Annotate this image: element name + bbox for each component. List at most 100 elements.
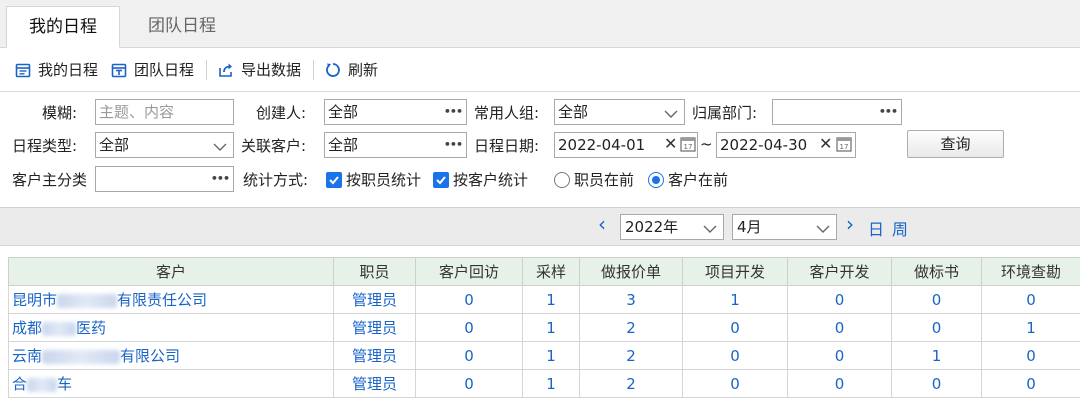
date-separator: ~ [700, 135, 713, 153]
export-button[interactable]: 导出数据 [217, 59, 301, 80]
col-header-sampling[interactable]: 采样 [522, 257, 580, 286]
refresh-button[interactable]: 刷新 [324, 59, 378, 80]
category-field[interactable]: ••• [95, 166, 234, 192]
year-select[interactable]: 2022年 [620, 214, 724, 240]
prev-month-button[interactable]: ‹ [598, 212, 606, 236]
chevron-down-icon [213, 137, 227, 157]
group-label: 常用人组: [474, 104, 540, 122]
col-header-revisit[interactable]: 客户回访 [415, 257, 523, 286]
value-cell[interactable]: 0 [981, 285, 1080, 314]
client-cell[interactable]: 昆明市 有限责任公司 [8, 285, 334, 314]
checkmark-icon [433, 171, 449, 188]
value-cell[interactable]: 1 [522, 313, 580, 342]
value-cell[interactable]: 2 [579, 369, 683, 398]
by-staff-label: 按职员统计 [346, 171, 422, 189]
staff-cell[interactable]: 管理员 [333, 285, 416, 314]
col-header-quote[interactable]: 做报价单 [579, 257, 683, 286]
refresh-label: 刷新 [348, 61, 379, 79]
staff-first-label: 职员在前 [574, 171, 635, 189]
value-cell[interactable]: 1 [891, 341, 982, 370]
table-row: 成都 医药 管理员 0 1 2 0 0 0 1 [8, 313, 1080, 342]
value-cell[interactable]: 0 [891, 313, 982, 342]
my-schedule-button[interactable]: 我的日程 [14, 59, 98, 80]
by-client-checkbox[interactable]: 按客户统计 [433, 169, 528, 190]
value-cell[interactable]: 0 [682, 341, 788, 370]
value-cell[interactable]: 1 [682, 285, 788, 314]
client-first-label: 客户在前 [668, 171, 729, 189]
month-select[interactable]: 4月 [732, 214, 837, 240]
value-cell[interactable]: 0 [981, 341, 1080, 370]
value-cell[interactable]: 0 [682, 369, 788, 398]
value-cell[interactable]: 3 [579, 285, 683, 314]
fuzzy-search-input[interactable]: 主题、内容 [95, 99, 234, 125]
group-select[interactable]: 全部 [554, 99, 685, 125]
value-cell[interactable]: 0 [787, 285, 892, 314]
staff-cell[interactable]: 管理员 [333, 341, 416, 370]
more-icon[interactable]: ••• [211, 167, 230, 191]
calendar-picker-icon[interactable]: 17 [680, 136, 696, 156]
value-cell[interactable]: 0 [415, 369, 523, 398]
calendar-icon [14, 61, 32, 79]
more-icon[interactable]: ••• [444, 133, 463, 157]
col-header-client[interactable]: 客户 [8, 257, 334, 286]
col-header-survey[interactable]: 环境查勘 [981, 257, 1080, 286]
value-cell[interactable]: 0 [415, 341, 523, 370]
team-schedule-button[interactable]: 团队日程 [110, 59, 194, 80]
client-field[interactable]: 全部 ••• [324, 132, 467, 158]
value-cell[interactable]: 1 [522, 285, 580, 314]
checkmark-icon [326, 171, 342, 188]
col-header-project-dev[interactable]: 项目开发 [682, 257, 788, 286]
year-value: 2022年 [625, 218, 679, 236]
value-cell[interactable]: 0 [891, 285, 982, 314]
client-cell[interactable]: 合车 [8, 369, 334, 398]
col-header-staff[interactable]: 职员 [333, 257, 416, 286]
date-to-input[interactable]: 2022-04-30 [716, 132, 856, 158]
tab-my-schedule[interactable]: 我的日程 [6, 6, 120, 48]
day-view-link[interactable]: 日 [868, 216, 884, 240]
calendar-picker-icon[interactable]: 17 [836, 136, 852, 156]
table-row: 云南 有限公司 管理员 0 1 2 0 0 1 0 [8, 341, 1080, 370]
value-cell[interactable]: 0 [415, 285, 523, 314]
value-cell[interactable]: 0 [787, 313, 892, 342]
client-first-radio[interactable]: 客户在前 [648, 169, 728, 190]
value-cell[interactable]: 1 [522, 341, 580, 370]
more-icon[interactable]: ••• [879, 100, 898, 124]
dept-field[interactable]: ••• [772, 99, 902, 125]
value-cell[interactable]: 2 [579, 313, 683, 342]
next-month-button[interactable]: › [846, 212, 854, 236]
client-name-prefix: 合 [12, 375, 28, 393]
stats-table: 客户 职员 客户回访 采样 做报价单 项目开发 客户开发 做标书 环境查勘 昆明… [8, 257, 1080, 398]
value-cell[interactable]: 1 [981, 313, 1080, 342]
table-header-row: 客户 职员 客户回访 采样 做报价单 项目开发 客户开发 做标书 环境查勘 [8, 257, 1080, 286]
more-icon[interactable]: ••• [444, 100, 463, 124]
value-cell[interactable]: 0 [787, 341, 892, 370]
value-cell[interactable]: 0 [682, 313, 788, 342]
value-cell[interactable]: 0 [891, 369, 982, 398]
redacted-blur [42, 321, 77, 336]
staff-first-radio[interactable]: 职员在前 [554, 169, 634, 190]
value-cell[interactable]: 0 [787, 369, 892, 398]
staff-cell[interactable]: 管理员 [333, 369, 416, 398]
clear-icon[interactable]: ✕ [819, 134, 832, 153]
by-staff-checkbox[interactable]: 按职员统计 [326, 169, 421, 190]
client-cell[interactable]: 成都 医药 [8, 313, 334, 342]
tab-team-schedule[interactable]: 团队日程 [126, 6, 238, 48]
client-cell[interactable]: 云南 有限公司 [8, 341, 334, 370]
type-select[interactable]: 全部 [95, 132, 234, 158]
staff-cell[interactable]: 管理员 [333, 313, 416, 342]
team-schedule-label: 团队日程 [134, 61, 195, 79]
dept-label: 归属部门: [692, 104, 758, 122]
value-cell[interactable]: 0 [981, 369, 1080, 398]
week-view-link[interactable]: 周 [892, 216, 908, 240]
value-cell[interactable]: 1 [522, 369, 580, 398]
value-cell[interactable]: 2 [579, 341, 683, 370]
query-button[interactable]: 查询 [907, 130, 1004, 158]
tab-bar: 我的日程 团队日程 [0, 0, 1080, 48]
my-schedule-label: 我的日程 [38, 61, 99, 79]
col-header-client-dev[interactable]: 客户开发 [787, 257, 892, 286]
creator-field[interactable]: 全部 ••• [324, 99, 467, 125]
col-header-bid[interactable]: 做标书 [891, 257, 982, 286]
value-cell[interactable]: 0 [415, 313, 523, 342]
group-value: 全部 [558, 103, 589, 121]
clear-icon[interactable]: ✕ [664, 134, 677, 153]
